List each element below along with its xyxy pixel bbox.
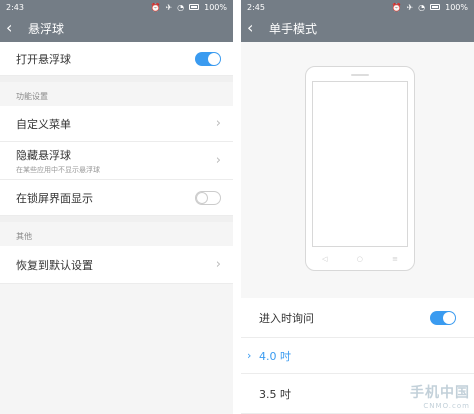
alarm-icon: ⏰ [150,2,161,12]
hide-float-ball-row[interactable]: 隐藏悬浮球 在某些应用中不显示悬浮球 › [0,142,233,180]
watermark-sub: CNMO.com [423,402,470,410]
separator [233,0,241,414]
row-label: 在锁屏界面显示 [16,191,93,205]
wifi-icon: ◔ [418,2,426,12]
status-time: 2:43 [6,2,24,12]
restore-defaults-row[interactable]: 恢复到默认设置 › [0,246,233,284]
right-screenshot: 2:45 ⏰ ✈ ◔ 100% ‹ 单手模式 ◁ ○ ≡ 进入时询问 › 4.0… [241,0,474,414]
float-ball-toggle[interactable] [195,51,221,66]
row-label: 自定义菜单 [16,117,71,131]
custom-menu-row[interactable]: 自定义菜单 › [0,106,233,142]
section-header: 功能设置 [16,92,48,101]
alarm-icon: ⏰ [391,2,402,12]
float-ball-toggle-row[interactable]: 打开悬浮球 [0,42,233,76]
device-preview: ◁ ○ ≡ [241,42,474,298]
option-4-0-inch[interactable]: › 4.0 吋 [241,338,474,374]
page-title: 单手模式 [269,21,318,36]
row-label: 隐藏悬浮球 [16,148,71,162]
option-label: 3.5 吋 [259,387,291,401]
row-sublabel: 在某些应用中不显示悬浮球 [16,165,100,174]
row-label: 恢复到默认设置 [16,258,93,272]
row-label: 进入时询问 [259,311,314,325]
wifi-icon: ◔ [177,2,185,12]
option-label: 4.0 吋 [259,349,291,363]
chevron-right-icon: › [215,257,221,272]
toggle-knob [208,52,220,65]
battery-percent: 100% [445,2,468,12]
toggle-knob [196,191,208,204]
speaker-icon [351,74,369,76]
ask-on-enter-row[interactable]: 进入时询问 [241,298,474,338]
battery-icon [430,4,441,10]
chevron-right-icon: › [215,153,221,168]
page-title: 悬浮球 [28,21,65,36]
toggle-knob [443,311,455,324]
back-key-icon: ◁ [322,255,328,263]
lockscreen-toggle-row[interactable]: 在锁屏界面显示 [0,180,233,216]
chevron-right-icon: › [215,116,221,131]
menu-key-icon: ≡ [392,255,398,263]
phone-screen [312,81,408,247]
status-bar: 2:43 ⏰ ✈ ◔ 100% [0,0,233,14]
battery-icon [189,4,200,10]
airplane-icon: ✈ [165,2,173,12]
home-key-icon: ○ [356,255,363,263]
header: ‹ 悬浮球 [0,14,233,42]
watermark-main: 手机中国 [410,385,470,401]
back-icon[interactable]: ‹ [247,20,263,36]
left-screenshot: 2:43 ⏰ ✈ ◔ 100% ‹ 悬浮球 打开悬浮球 功能设置 自定义菜单 ›… [0,0,233,414]
row-label: 打开悬浮球 [16,52,71,66]
ask-on-enter-toggle[interactable] [430,310,456,325]
watermark-logo: 手机中国 CNMO.com [410,382,470,410]
airplane-icon: ✈ [406,2,414,12]
selected-chevron-icon: › [247,349,252,362]
section-header: 其他 [16,232,32,241]
battery-percent: 100% [204,2,227,12]
lockscreen-toggle[interactable] [195,190,221,205]
phone-outline: ◁ ○ ≡ [305,66,415,271]
back-icon[interactable]: ‹ [6,20,22,36]
header: ‹ 单手模式 [241,14,474,42]
soft-keys: ◁ ○ ≡ [322,255,398,263]
status-bar: 2:45 ⏰ ✈ ◔ 100% [241,0,474,14]
status-time: 2:45 [247,2,265,12]
